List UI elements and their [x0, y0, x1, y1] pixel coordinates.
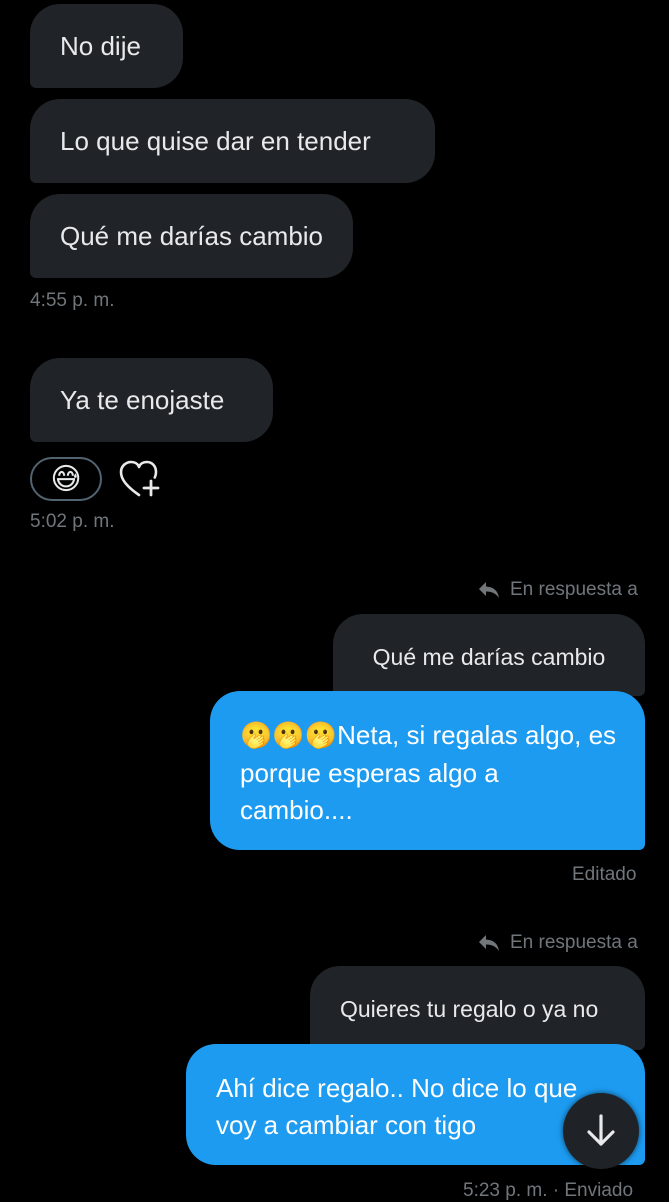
reply-arrow-icon — [479, 582, 499, 598]
message-text: Ya te enojaste — [60, 385, 225, 415]
message-text: No dije — [60, 31, 141, 61]
quoted-message[interactable]: Quieres tu regalo o ya no — [310, 966, 645, 1050]
edited-label: Editado — [572, 864, 637, 885]
heart-plus-icon — [119, 460, 160, 497]
timestamp: 5:02 p. m. — [30, 511, 115, 532]
message-status: 5:23 p. m. · Enviado — [463, 1180, 634, 1201]
received-message[interactable]: Qué me darías cambio — [30, 194, 353, 278]
message-text: Lo que quise dar en tender — [60, 126, 371, 156]
timestamp: 4:55 p. m. — [30, 290, 115, 311]
message-emojis: 🫢🫢🫢 — [240, 721, 338, 751]
reaction-pill[interactable]: 😅 — [30, 457, 102, 501]
arrow-down-icon — [587, 1114, 615, 1146]
sent-message[interactable]: 🫢🫢🫢Neta, si regalas algo, es porque espe… — [210, 691, 645, 850]
message-text: 🫢🫢🫢Neta, si regalas algo, es porque espe… — [240, 717, 617, 829]
reply-indicator: En respuesta a — [478, 932, 638, 954]
reply-indicator: En respuesta a — [478, 579, 638, 601]
reply-arrow-icon — [479, 935, 499, 951]
scroll-to-bottom-button[interactable] — [563, 1093, 639, 1169]
message-text: Qué me darías cambio — [60, 221, 324, 251]
message-text: Ahí dice regalo.. No dice lo que voy a c… — [216, 1073, 578, 1140]
received-message[interactable]: No dije — [30, 4, 183, 88]
quoted-text: Quieres tu regalo o ya no — [340, 996, 599, 1022]
reaction-emoji: 😅 — [50, 461, 82, 497]
reply-label: En respuesta a — [510, 932, 638, 953]
quoted-text: Qué me darías cambio — [372, 644, 606, 670]
add-reaction-button[interactable] — [118, 459, 164, 501]
received-message[interactable]: Ya te enojaste — [30, 358, 273, 442]
reply-label: En respuesta a — [510, 579, 638, 600]
received-message[interactable]: Lo que quise dar en tender — [30, 99, 435, 183]
quoted-message[interactable]: Qué me darías cambio — [333, 614, 645, 696]
